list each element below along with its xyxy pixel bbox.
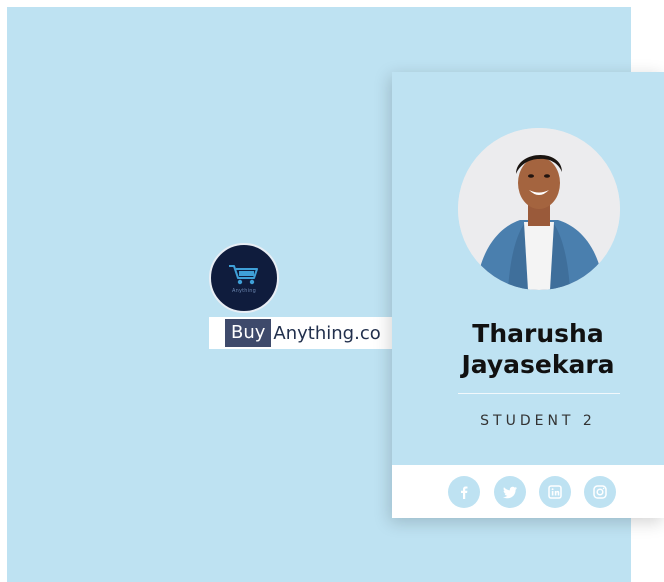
linkedin-link[interactable] (539, 476, 571, 508)
facebook-icon (461, 486, 468, 499)
instagram-icon (593, 485, 607, 499)
profile-photo (458, 128, 620, 290)
cart-icon (229, 264, 258, 284)
linkedin-icon (548, 485, 562, 499)
profile-name: Tharusha Jayasekara (461, 319, 615, 379)
profile-role: STUDENT 2 (480, 413, 596, 429)
brand-rest-label: Anything.co (273, 322, 381, 344)
person-avatar-icon (458, 128, 620, 290)
logo-caption: Anything (231, 287, 256, 294)
twitter-icon (503, 486, 517, 499)
instagram-link[interactable] (584, 476, 616, 508)
social-footer (392, 465, 664, 518)
profile-card: Tharusha Jayasekara STUDENT 2 (392, 72, 664, 518)
brand-wordmark: Buy Anything.co (209, 317, 392, 349)
divider (458, 393, 620, 394)
twitter-link[interactable] (494, 476, 526, 508)
brand-logo[interactable]: Anything (209, 243, 279, 313)
facebook-link[interactable] (448, 476, 480, 508)
brand-buy-label: Buy (225, 319, 272, 347)
